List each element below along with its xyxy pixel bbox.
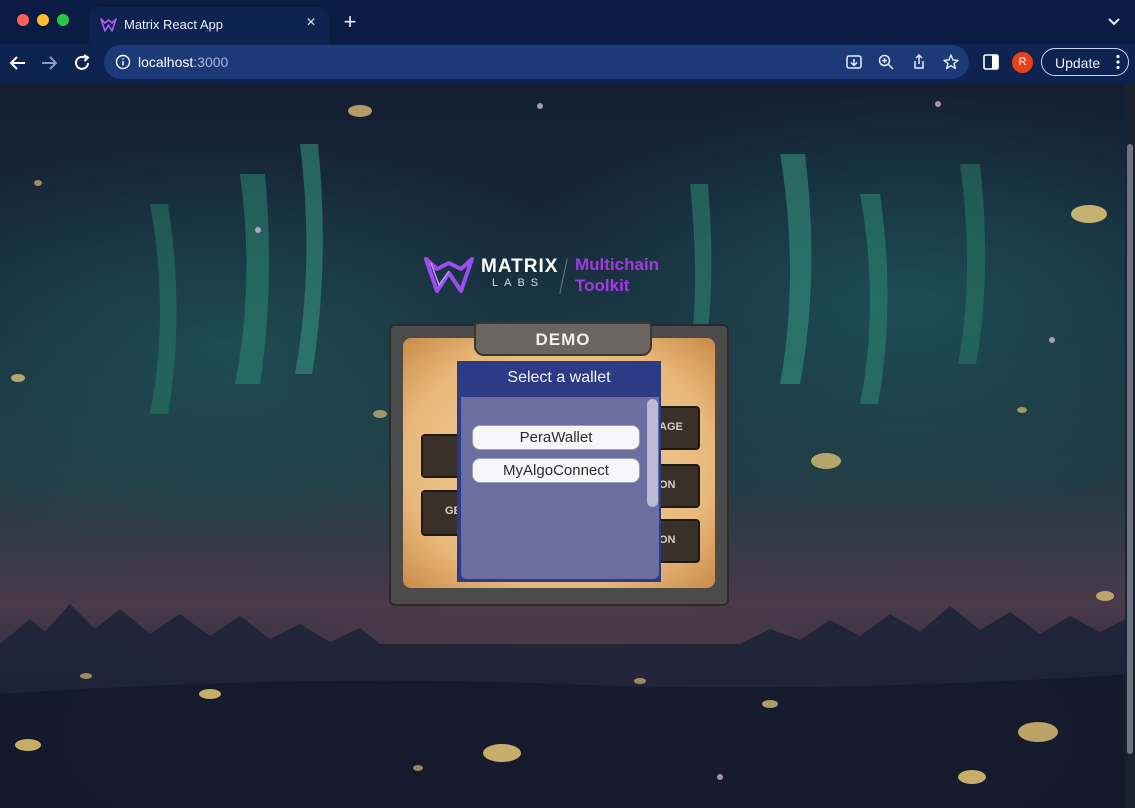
share-icon[interactable] <box>910 53 928 71</box>
new-tab-button[interactable]: + <box>340 11 360 33</box>
page-viewport: MATRIX LABS Multichain Toolkit GE AGE ON… <box>0 84 1135 808</box>
install-app-icon[interactable] <box>845 53 863 71</box>
wallet-option-myalgoconnect[interactable]: MyAlgoConnect <box>472 458 640 483</box>
wallet-modal-title: Select a wallet <box>507 369 611 386</box>
wallet-list: PeraWallet MyAlgoConnect <box>461 397 659 579</box>
page-scroll-thumb[interactable] <box>1127 144 1133 754</box>
demo-button-right-1-label: AGE <box>659 421 683 433</box>
logo-wordmark: MATRIX <box>481 256 559 277</box>
matrix-favicon-icon <box>100 18 117 32</box>
page-scrollbar[interactable] <box>1125 84 1135 808</box>
address-bar[interactable]: localhost:3000 <box>104 45 969 79</box>
chevron-down-icon[interactable] <box>1106 14 1122 30</box>
tab-active[interactable]: Matrix React App × <box>89 7 329 44</box>
tab-close-button[interactable]: × <box>302 14 320 32</box>
demo-button-right-1[interactable]: AGE <box>655 406 700 450</box>
toolbar: localhost:3000 R Update <box>0 44 1135 84</box>
demo-button-right-2[interactable]: ON <box>655 464 700 508</box>
url-text: localhost:3000 <box>138 54 228 70</box>
more-options-icon <box>1116 54 1120 70</box>
update-label: Update <box>1055 55 1101 71</box>
demo-button-right-2-label: ON <box>659 479 676 491</box>
reload-icon[interactable] <box>71 52 93 74</box>
profile-avatar[interactable]: R <box>1012 52 1033 73</box>
wallet-option-perawallet[interactable]: PeraWallet <box>472 425 640 450</box>
url-port: :3000 <box>193 54 229 70</box>
back-arrow-icon[interactable] <box>7 52 29 74</box>
demo-panel-header: DEMO <box>474 322 652 356</box>
demo-button-left-1[interactable] <box>421 434 461 478</box>
logo-subtext: LABS <box>492 277 545 289</box>
demo-button-right-3-label: ON <box>659 534 676 546</box>
wallet-select-modal: Select a wallet PeraWallet MyAlgoConnect <box>457 361 661 582</box>
logo-tagline-line2: Toolkit <box>575 276 630 295</box>
bookmark-star-icon[interactable] <box>942 53 960 71</box>
browser-chrome: Matrix React App × + localhost:3000 R Up… <box>0 0 1135 84</box>
zoom-icon[interactable] <box>877 53 895 71</box>
demo-button-left-2[interactable]: GE <box>421 490 461 536</box>
close-window-button[interactable] <box>17 14 29 26</box>
url-host: localhost <box>138 54 194 70</box>
maximize-window-button[interactable] <box>57 14 69 26</box>
minimize-window-button[interactable] <box>37 14 49 26</box>
wallet-list-scrollbar[interactable] <box>647 399 658 507</box>
side-panel-icon[interactable] <box>982 53 1000 71</box>
logo-tagline-line1: Multichain <box>575 255 660 274</box>
demo-panel-title: DEMO <box>535 330 591 349</box>
tab-title: Matrix React App <box>124 17 223 32</box>
update-button[interactable]: Update <box>1041 48 1129 76</box>
demo-button-right-3[interactable]: ON <box>655 519 700 563</box>
tab-bar: Matrix React App × + <box>0 0 1135 44</box>
forward-arrow-icon[interactable] <box>38 52 60 74</box>
matrix-logo-icon <box>424 257 474 293</box>
site-info-icon[interactable] <box>115 54 131 70</box>
